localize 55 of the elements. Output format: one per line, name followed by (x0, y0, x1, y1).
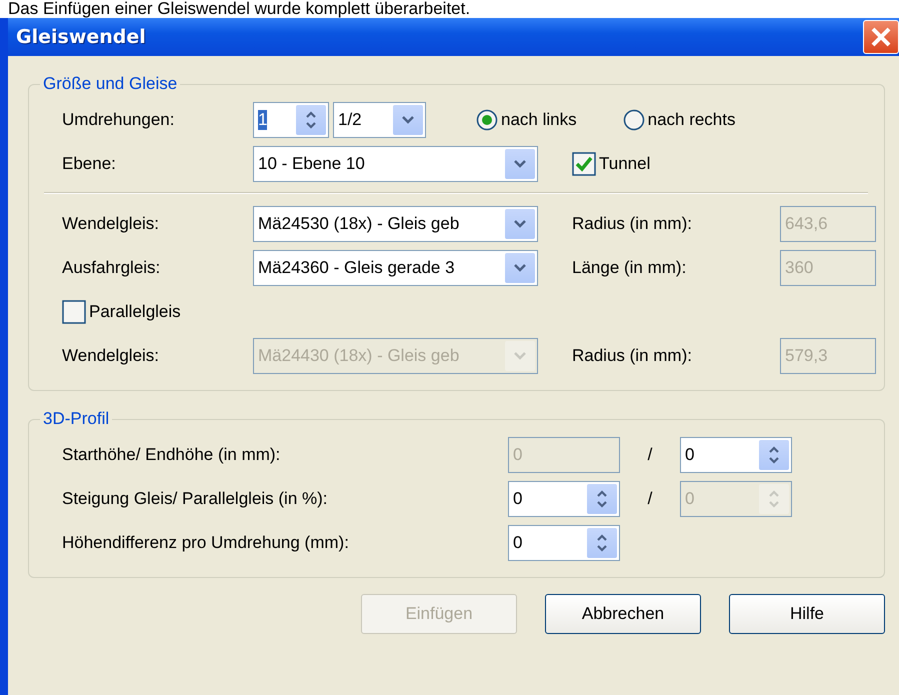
up-down-arrows-icon (596, 532, 608, 554)
spin-button[interactable] (587, 528, 617, 558)
field-label: Ebene: (62, 154, 116, 174)
slash-separator: / (646, 445, 654, 465)
up-down-arrows-icon (305, 109, 317, 131)
slash-separator: / (646, 489, 654, 509)
spin-field[interactable]: 1 (253, 102, 329, 138)
field-label: Ausfahrgleis: (62, 258, 160, 278)
field-label: Wendelgleis: (62, 214, 160, 234)
dropdown[interactable]: Mä24360 - Gleis gerade 3 (253, 250, 538, 286)
group-title: 3D-Profil (42, 409, 110, 429)
spin-field[interactable]: 0 (508, 525, 620, 561)
spin-field[interactable]: 0 (680, 437, 792, 473)
chevron-down-icon (513, 159, 527, 169)
field-label: Starthöhe/ Endhöhe (in mm): (62, 445, 280, 465)
chevron-down-icon (513, 219, 527, 229)
field-label: Radius (in mm): (572, 214, 692, 234)
caption-text: Das Einfügen einer Gleiswendel wurde komplett überarbeitet. (7, 0, 472, 18)
dropdown[interactable]: Mä24530 (18x) - Gleis geb (253, 206, 538, 242)
checkbox-label: Parallelgleis (89, 302, 181, 322)
chevron-down-icon (513, 351, 527, 361)
field-label: Höhendifferenz pro Umdrehung (mm): (62, 533, 349, 553)
spin-button[interactable] (759, 440, 789, 470)
dialog-button[interactable]: Abbrechen (545, 594, 701, 634)
radio-button[interactable] (476, 109, 498, 131)
spin-button[interactable] (296, 105, 326, 135)
dialog-button[interactable]: Hilfe (729, 594, 885, 634)
dropdown-button[interactable] (505, 209, 535, 239)
group-title: Größe und Gleise (42, 74, 178, 94)
chevron-down-icon (513, 263, 527, 273)
radio-label: nach links (501, 110, 577, 130)
radio-label: nach rechts (648, 110, 736, 130)
radio-button[interactable] (622, 109, 645, 131)
field-label: Steigung Gleis/ Parallelgleis (in %): (62, 489, 328, 509)
spin-button[interactable] (587, 484, 617, 514)
close-button[interactable] (863, 20, 899, 54)
up-down-arrows-icon (596, 488, 608, 510)
field-label: Wendelgleis: (62, 346, 160, 366)
field-label: Radius (in mm): (572, 346, 692, 366)
dropdown[interactable]: 1/2 (333, 102, 426, 138)
checkbox[interactable] (572, 152, 596, 176)
up-down-arrows-icon (768, 488, 780, 510)
dropdown-button[interactable] (505, 253, 535, 283)
dropdown-button[interactable] (505, 149, 535, 179)
checkbox[interactable] (62, 300, 86, 324)
checkbox-label: Tunnel (599, 154, 650, 174)
up-down-arrows-icon (768, 444, 780, 466)
chevron-down-icon (401, 115, 415, 125)
spin-field[interactable]: 0 (508, 481, 620, 517)
dropdown-button[interactable] (393, 105, 423, 135)
window-title: Gleiswendel (16, 26, 146, 48)
field-label: Umdrehungen: (62, 110, 174, 130)
field-label: Länge (in mm): (572, 258, 686, 278)
close-icon (870, 26, 892, 48)
dropdown[interactable]: 10 - Ebene 10 (253, 146, 538, 182)
